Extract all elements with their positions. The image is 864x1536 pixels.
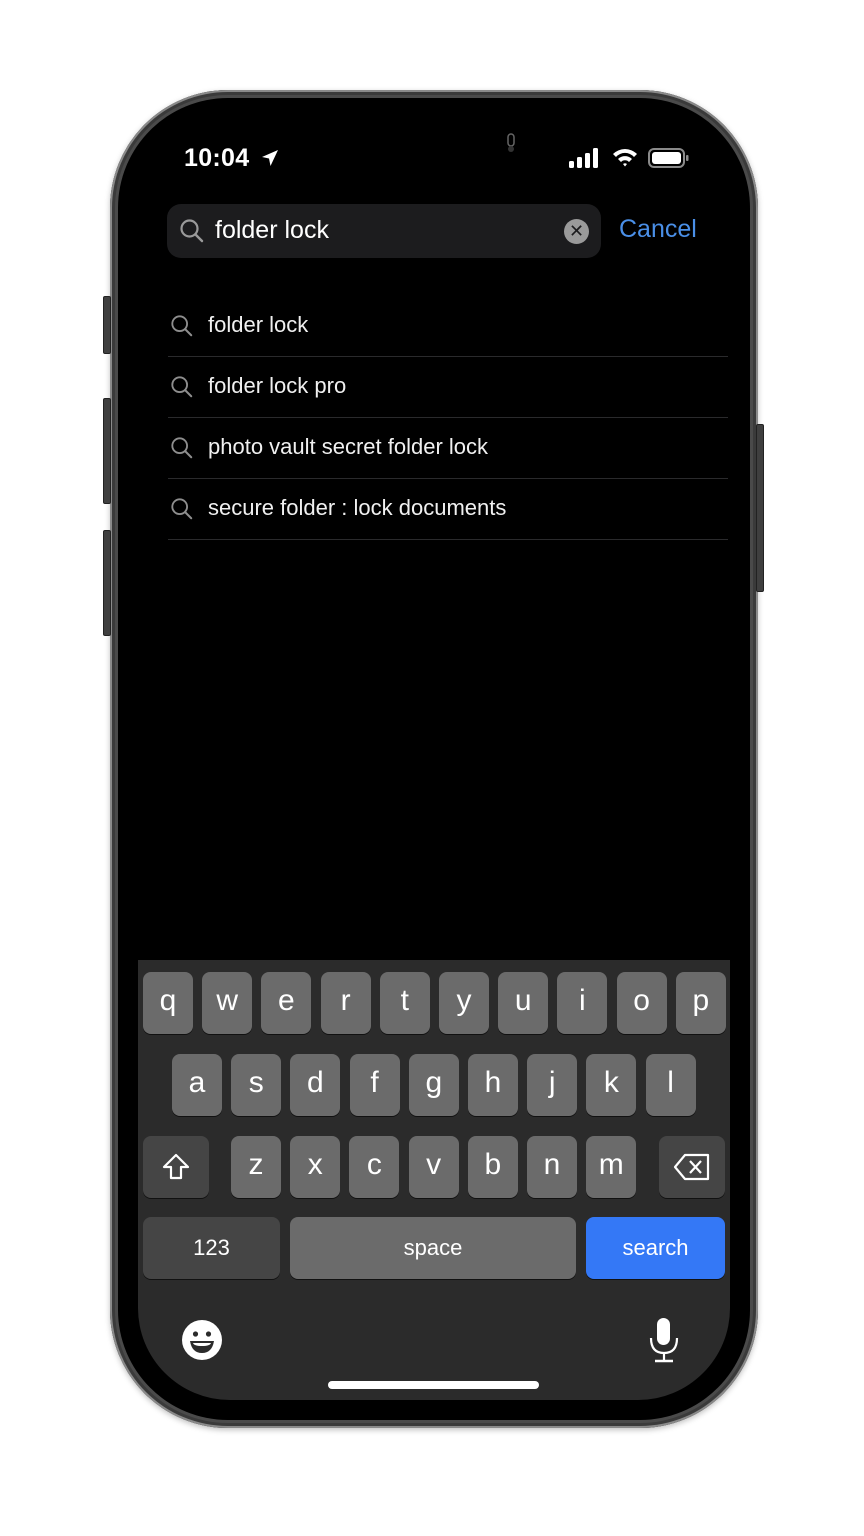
key-t[interactable]: t — [379, 972, 430, 1034]
search-query[interactable]: folder lock — [215, 216, 329, 245]
key-u[interactable]: u — [498, 972, 549, 1034]
action-button — [103, 296, 111, 354]
suggestion-item[interactable]: secure folder : lock documents — [168, 479, 728, 540]
suggestion-label: photo vault secret folder lock — [208, 434, 489, 459]
search-icon — [170, 436, 194, 465]
key-n[interactable]: n — [527, 1136, 577, 1198]
suggestion-label: folder lock — [208, 312, 309, 337]
space-key[interactable]: space — [290, 1217, 576, 1279]
key-z[interactable]: z — [231, 1136, 281, 1198]
key-g[interactable]: g — [408, 1054, 459, 1116]
power-button — [756, 424, 764, 592]
screen: 10:04 folder lock ✕ Cancel folder lock f… — [138, 118, 730, 1400]
keyboard: qwertyuiop asdfghjkl zxcvbnm 123 space s… — [138, 960, 730, 1400]
key-p[interactable]: p — [675, 972, 726, 1034]
key-o[interactable]: o — [616, 972, 667, 1034]
suggestion-item[interactable]: folder lock pro — [168, 357, 728, 418]
suggestion-label: secure folder : lock documents — [208, 495, 507, 520]
key-i[interactable]: i — [557, 972, 608, 1034]
delete-key[interactable] — [659, 1136, 725, 1198]
key-q[interactable]: q — [143, 972, 193, 1034]
volume-up-button — [103, 398, 111, 504]
suggestion-label: folder lock pro — [208, 373, 347, 398]
delete-icon — [673, 1153, 710, 1181]
key-v[interactable]: v — [408, 1136, 459, 1198]
key-f[interactable]: f — [349, 1054, 400, 1116]
key-l[interactable]: l — [645, 1054, 696, 1116]
search-icon — [170, 314, 194, 343]
key-s[interactable]: s — [231, 1054, 282, 1116]
microphone-icon[interactable] — [646, 1316, 682, 1369]
key-d[interactable]: d — [290, 1054, 341, 1116]
search-icon — [179, 218, 205, 249]
search-key[interactable]: search — [586, 1217, 725, 1279]
suggestions-list: folder lock folder lock pro photo vault … — [168, 296, 728, 540]
front-camera-indicator — [504, 132, 518, 159]
clear-icon[interactable]: ✕ — [564, 219, 589, 244]
cancel-button[interactable]: Cancel — [619, 215, 697, 244]
key-h[interactable]: h — [468, 1054, 518, 1116]
numbers-key[interactable]: 123 — [143, 1217, 280, 1279]
search-icon — [170, 375, 194, 404]
key-j[interactable]: j — [527, 1054, 578, 1116]
suggestion-item[interactable]: folder lock — [168, 296, 728, 357]
key-m[interactable]: m — [586, 1136, 637, 1198]
location-arrow-icon — [260, 148, 280, 173]
wifi-icon — [612, 147, 638, 172]
key-e[interactable]: e — [261, 972, 312, 1034]
key-x[interactable]: x — [290, 1136, 341, 1198]
key-c[interactable]: c — [349, 1136, 400, 1198]
shift-key[interactable] — [143, 1136, 209, 1198]
key-r[interactable]: r — [320, 972, 371, 1034]
status-bar: 10:04 — [138, 118, 730, 198]
volume-down-button — [103, 530, 111, 636]
key-k[interactable]: k — [586, 1054, 637, 1116]
battery-icon — [648, 148, 690, 173]
home-indicator[interactable] — [328, 1381, 539, 1389]
shift-icon — [162, 1153, 190, 1180]
status-time: 10:04 — [184, 144, 250, 172]
key-w[interactable]: w — [202, 972, 253, 1034]
cellular-signal-icon — [569, 148, 601, 173]
suggestion-item[interactable]: photo vault secret folder lock — [168, 418, 728, 479]
emoji-icon[interactable] — [180, 1318, 224, 1367]
search-icon — [170, 497, 194, 526]
search-field[interactable]: folder lock ✕ — [167, 204, 601, 258]
key-y[interactable]: y — [439, 972, 489, 1034]
key-b[interactable]: b — [467, 1136, 518, 1198]
key-a[interactable]: a — [172, 1054, 222, 1116]
